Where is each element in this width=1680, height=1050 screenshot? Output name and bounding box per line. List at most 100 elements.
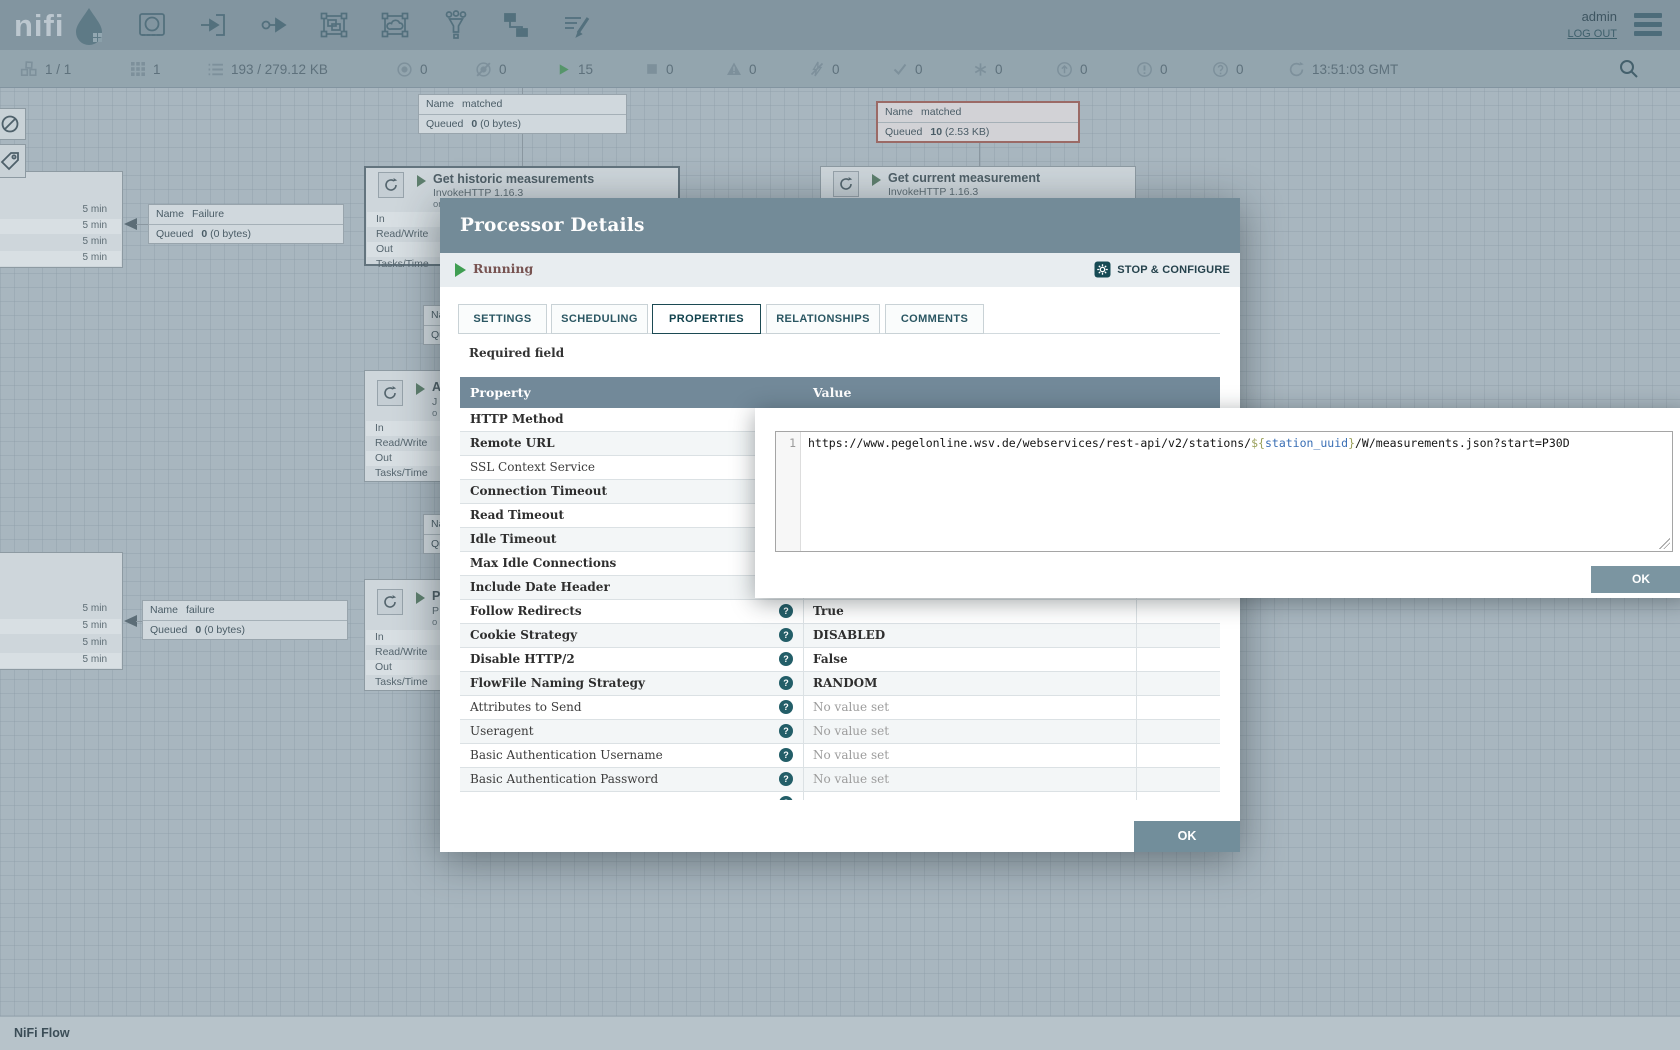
running-indicator-icon	[872, 174, 881, 186]
value-editor-area: 1 https://www.pegelonline.wsv.de/webserv…	[775, 431, 1673, 552]
stat-row: 5 min	[0, 619, 121, 634]
value-editor-input[interactable]: https://www.pegelonline.wsv.de/webservic…	[802, 432, 1672, 551]
connection-name-row: Namematched	[419, 95, 626, 114]
help-icon[interactable]: ?	[779, 772, 793, 786]
running-status-text: Running	[473, 261, 533, 276]
stat-transmitting: 0	[396, 50, 428, 88]
label-icon[interactable]	[562, 10, 592, 40]
connection-queued-row: Queued0 (0 bytes)	[143, 620, 347, 639]
app-header: nifi	[0, 0, 1680, 50]
property-row-partial[interactable]: ?	[460, 792, 1220, 800]
connection-label-failure-top[interactable]: NameFailure Queued0 (0 bytes)	[148, 204, 344, 244]
property-row-basic-auth-username[interactable]: Basic Authentication Username?No value s…	[460, 744, 1220, 768]
processor-type-icon	[833, 171, 859, 197]
refresh-glyph-icon	[382, 385, 398, 401]
connection-label-matched-selected[interactable]: Namematched Queued10 (2.53 KB)	[876, 101, 1080, 143]
breadcrumb-bar: NiFi Flow	[0, 1016, 1680, 1050]
stat-not-transmitting: 0	[475, 50, 507, 88]
stat-queued: 193 / 279.12 KB	[207, 50, 328, 88]
properties-table-header: Property Value	[460, 377, 1220, 408]
stop-configure-button[interactable]: STOP & CONFIGURE	[1094, 261, 1230, 278]
tab-scheduling[interactable]: SCHEDULING	[551, 304, 648, 334]
resize-handle[interactable]	[1659, 538, 1670, 549]
stat-row: 5 min	[0, 602, 121, 617]
tab-relationships[interactable]: RELATIONSHIPS	[766, 304, 880, 334]
stat-stale: 0	[1056, 50, 1088, 88]
editor-ok-button[interactable]: OK	[1591, 566, 1680, 593]
transmit-icon	[396, 61, 413, 78]
stat-row: 5 min	[0, 203, 121, 218]
circle-up-icon	[1056, 61, 1073, 78]
circle-slash-icon	[0, 114, 20, 134]
stat-locally-modified-stale: 0	[1136, 50, 1168, 88]
property-row-cookie-strategy[interactable]: Cookie Strategy?DISABLED	[460, 624, 1220, 648]
refresh-icon[interactable]	[1288, 61, 1305, 78]
search-icon[interactable]	[1618, 58, 1640, 80]
help-icon[interactable]: ?	[779, 724, 793, 738]
connection-line	[136, 224, 148, 225]
connection-name-row: NameFailure	[149, 205, 343, 224]
property-column-header: Property	[470, 377, 531, 408]
stat-sync-failure: 0	[1212, 50, 1244, 88]
transmit-slash-icon	[475, 61, 492, 78]
process-group-icon[interactable]	[319, 10, 349, 40]
nifi-logo: nifi	[14, 6, 107, 46]
property-row-follow-redirects[interactable]: Follow Redirects?True	[460, 600, 1220, 624]
gear-icon	[1094, 261, 1111, 278]
help-icon: ?	[779, 796, 793, 800]
dialog-header: Processor Details	[440, 198, 1240, 253]
connection-line	[522, 133, 523, 167]
processor-icon[interactable]	[137, 10, 167, 40]
running-indicator-icon	[416, 383, 425, 395]
stat-stopped: 0	[645, 50, 674, 88]
property-row-useragent[interactable]: Useragent?No value set	[460, 720, 1220, 744]
dialog-ok-button[interactable]: OK	[1134, 821, 1240, 852]
stat-row: 5 min	[0, 653, 121, 668]
line-number-gutter: 1	[776, 432, 801, 551]
connection-label-failure-bottom[interactable]: Namefailure Queued0 (0 bytes)	[142, 600, 348, 640]
property-row-attributes-to-send[interactable]: Attributes to Send?No value set	[460, 696, 1220, 720]
processor-partial-top-left[interactable]: 5 min 5 min 5 min 5 min	[0, 171, 123, 268]
dialog-title: Processor Details	[460, 198, 645, 253]
help-icon[interactable]: ?	[779, 652, 793, 666]
help-icon[interactable]: ?	[779, 604, 793, 618]
template-icon[interactable]	[501, 10, 531, 40]
processor-type-icon	[377, 589, 403, 615]
property-row-basic-auth-password[interactable]: Basic Authentication Password?No value s…	[460, 768, 1220, 792]
tab-properties[interactable]: PROPERTIES	[652, 304, 761, 334]
tab-comments[interactable]: COMMENTS	[885, 304, 984, 334]
stat-disabled: 0	[809, 50, 840, 88]
remote-process-group-icon[interactable]	[380, 10, 410, 40]
canvas-edge-tile[interactable]	[0, 108, 26, 140]
breadcrumb[interactable]: NiFi Flow	[14, 1026, 70, 1040]
processor-partial-bottom-left[interactable]: 5 min 5 min 5 min 5 min	[0, 552, 123, 670]
canvas-edge-tile[interactable]	[0, 144, 26, 178]
required-field-note: Required field	[469, 346, 564, 360]
help-icon[interactable]: ?	[779, 628, 793, 642]
help-icon[interactable]: ?	[779, 676, 793, 690]
expression-variable: station_uuid	[1265, 436, 1348, 450]
logout-link[interactable]: LOG OUT	[1567, 28, 1617, 40]
stat-cluster-nodes: 1 / 1	[20, 50, 71, 88]
list-icon	[207, 61, 224, 78]
global-menu-icon[interactable]	[1634, 13, 1662, 37]
bolt-slash-icon	[809, 61, 825, 77]
running-indicator-icon	[416, 592, 425, 604]
help-icon[interactable]: ?	[779, 748, 793, 762]
stat-last-refresh: 13:51:03 GMT	[1288, 50, 1398, 88]
input-port-icon[interactable]	[198, 10, 228, 40]
url-text: https://www.pegelonline.wsv.de/webservic…	[808, 436, 1251, 450]
connection-name-row: Namematched	[878, 103, 1078, 122]
help-icon[interactable]: ?	[779, 700, 793, 714]
stat-running: 15	[556, 50, 593, 88]
output-port-icon[interactable]	[258, 10, 288, 40]
tab-settings[interactable]: SETTINGS	[458, 304, 547, 334]
funnel-icon[interactable]	[441, 10, 471, 40]
dialog-status-strip: Running STOP & CONFIGURE	[440, 253, 1240, 287]
property-row-flowfile-naming-strategy[interactable]: FlowFile Naming Strategy?RANDOM	[460, 672, 1220, 696]
check-icon	[892, 61, 908, 77]
property-row-disable-http2[interactable]: Disable HTTP/2?False	[460, 648, 1220, 672]
expression-close-brace: }	[1348, 436, 1355, 450]
connection-queued-row: Queued0 (0 bytes)	[149, 224, 343, 243]
connection-label-matched[interactable]: Namematched Queued0 (0 bytes)	[418, 94, 627, 134]
